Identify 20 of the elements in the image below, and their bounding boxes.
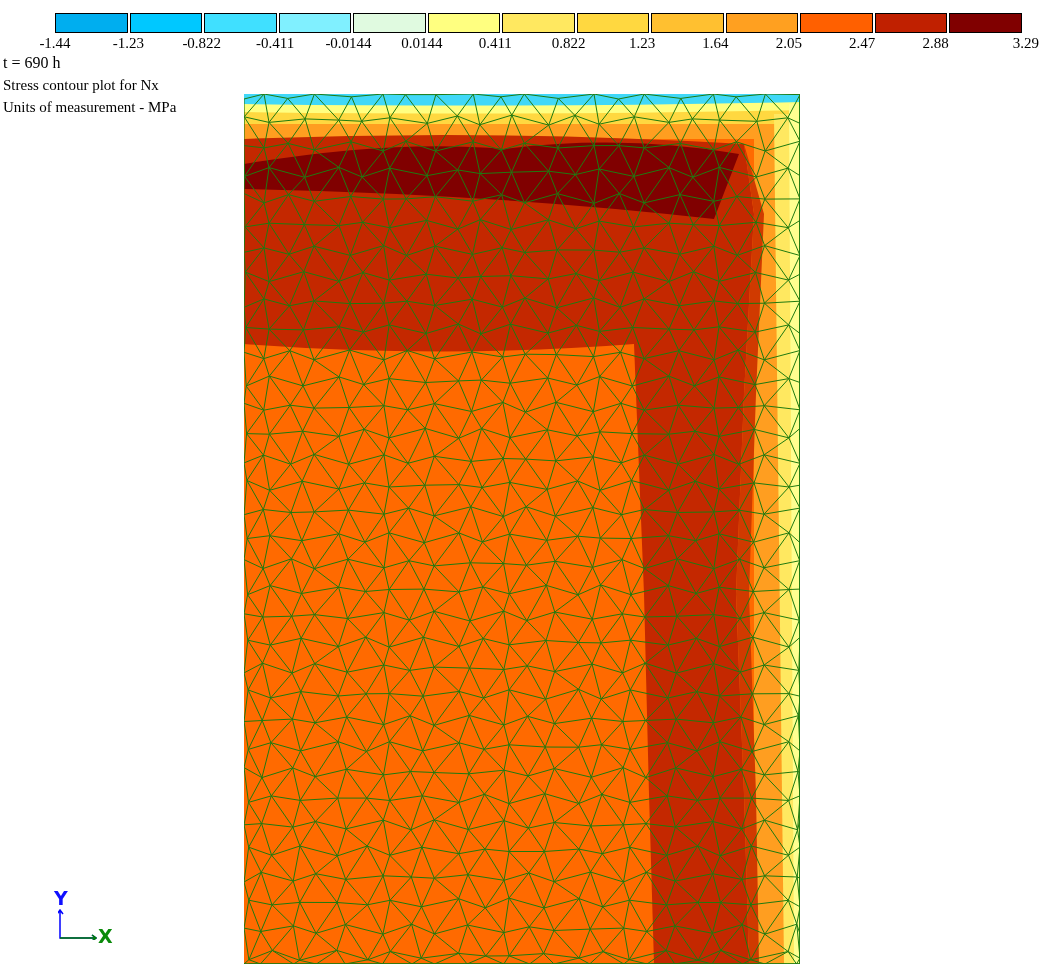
time-label: t = 690 h bbox=[3, 53, 61, 73]
legend-label: -1.44 bbox=[38, 34, 72, 52]
legend-label: 2.88 bbox=[921, 34, 950, 52]
legend-label: 0.0144 bbox=[400, 34, 444, 52]
legend-label: 0.822 bbox=[550, 34, 587, 52]
legend-label: 3.29 bbox=[1011, 34, 1039, 52]
legend-label: 2.47 bbox=[848, 34, 877, 52]
y-axis-label: Y bbox=[54, 888, 68, 908]
legend-label: -0.822 bbox=[181, 34, 223, 52]
axis-triad-icon bbox=[58, 908, 98, 940]
legend-label: -1.23 bbox=[111, 34, 145, 52]
legend-label: -0.0144 bbox=[324, 34, 373, 52]
units-label: Units of measurement - MPa bbox=[3, 98, 177, 117]
legend-label: 1.23 bbox=[627, 34, 657, 52]
legend-label: 1.64 bbox=[701, 34, 730, 52]
legend-label: -0.411 bbox=[255, 34, 296, 52]
legend-label: 2.05 bbox=[774, 34, 803, 52]
plot-title: Stress contour plot for Nx bbox=[3, 76, 159, 95]
x-axis-label: X bbox=[98, 926, 113, 946]
legend-label: 0.411 bbox=[477, 34, 513, 52]
